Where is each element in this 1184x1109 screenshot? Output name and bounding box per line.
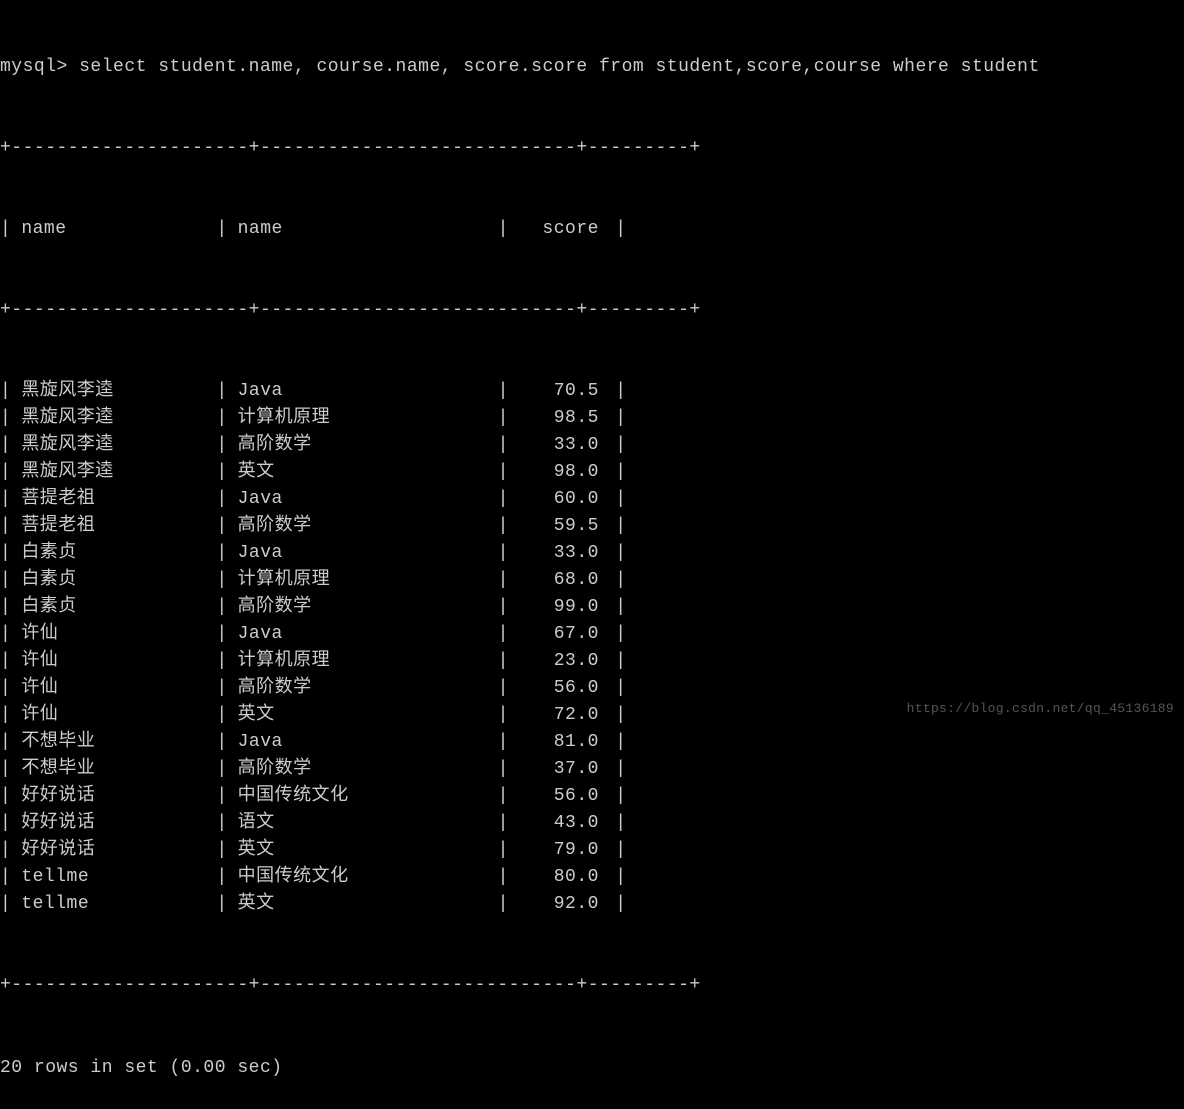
table-row: |不想毕业|Java|81.0 | bbox=[0, 729, 1184, 756]
cell-student-name: tellme bbox=[11, 864, 216, 891]
header-name1: name bbox=[11, 216, 216, 243]
cell-course-name: 语文 bbox=[228, 810, 498, 837]
table-row: |不想毕业|高阶数学|37.0 | bbox=[0, 756, 1184, 783]
cell-student-name: 菩提老祖 bbox=[11, 486, 216, 513]
cell-score: 59.5 bbox=[509, 513, 604, 540]
cell-score: 99.0 bbox=[509, 594, 604, 621]
sql-prompt: mysql> select student.name, course.name,… bbox=[0, 54, 1184, 81]
cell-score: 37.0 bbox=[509, 756, 604, 783]
cell-course-name: Java bbox=[228, 729, 498, 756]
cell-student-name: 好好说话 bbox=[11, 810, 216, 837]
cell-course-name: 计算机原理 bbox=[228, 648, 498, 675]
table-row: |好好说话|中国传统文化|56.0 | bbox=[0, 783, 1184, 810]
cell-score: 60.0 bbox=[509, 486, 604, 513]
cell-score: 33.0 bbox=[509, 540, 604, 567]
cell-course-name: 计算机原理 bbox=[228, 405, 498, 432]
cell-student-name: 黑旋风李逵 bbox=[11, 405, 216, 432]
cell-student-name: 不想毕业 bbox=[11, 756, 216, 783]
cell-score: 68.0 bbox=[509, 567, 604, 594]
table-row: |好好说话|语文|43.0 | bbox=[0, 810, 1184, 837]
cell-course-name: 高阶数学 bbox=[228, 513, 498, 540]
table-row: |许仙|Java|67.0 | bbox=[0, 621, 1184, 648]
cell-score: 70.5 bbox=[509, 378, 604, 405]
table-border-top: +---------------------+-----------------… bbox=[0, 135, 1184, 162]
cell-score: 80.0 bbox=[509, 864, 604, 891]
table-row: |好好说话|英文|79.0 | bbox=[0, 837, 1184, 864]
cell-student-name: tellme bbox=[11, 891, 216, 918]
cell-student-name: 好好说话 bbox=[11, 783, 216, 810]
cell-course-name: 中国传统文化 bbox=[228, 864, 498, 891]
cell-course-name: 高阶数学 bbox=[228, 675, 498, 702]
cell-score: 67.0 bbox=[509, 621, 604, 648]
cell-score: 56.0 bbox=[509, 675, 604, 702]
table-row: |白素贞|Java|33.0 | bbox=[0, 540, 1184, 567]
cell-score: 23.0 bbox=[509, 648, 604, 675]
cell-student-name: 白素贞 bbox=[11, 594, 216, 621]
table-body: |黑旋风李逵|Java|70.5 ||黑旋风李逵|计算机原理|98.5 ||黑旋… bbox=[0, 378, 1184, 918]
table-row: |tellme|英文|92.0 | bbox=[0, 891, 1184, 918]
cell-student-name: 许仙 bbox=[11, 675, 216, 702]
cell-student-name: 黑旋风李逵 bbox=[11, 378, 216, 405]
cell-student-name: 黑旋风李逵 bbox=[11, 459, 216, 486]
table-row: |白素贞|计算机原理|68.0 | bbox=[0, 567, 1184, 594]
cell-student-name: 不想毕业 bbox=[11, 729, 216, 756]
header-score: score bbox=[509, 216, 604, 243]
cell-score: 98.0 bbox=[509, 459, 604, 486]
cell-score: 92.0 bbox=[509, 891, 604, 918]
table-row: |黑旋风李逵|高阶数学|33.0 | bbox=[0, 432, 1184, 459]
cell-course-name: Java bbox=[228, 621, 498, 648]
watermark: https://blog.csdn.net/qq_45136189 bbox=[907, 699, 1174, 719]
cell-student-name: 白素贞 bbox=[11, 540, 216, 567]
table-row: |许仙|计算机原理|23.0 | bbox=[0, 648, 1184, 675]
table-row: |菩提老祖|高阶数学|59.5 | bbox=[0, 513, 1184, 540]
table-row: |白素贞|高阶数学|99.0 | bbox=[0, 594, 1184, 621]
cell-course-name: 高阶数学 bbox=[228, 594, 498, 621]
table-row: |菩提老祖|Java|60.0 | bbox=[0, 486, 1184, 513]
cell-score: 79.0 bbox=[509, 837, 604, 864]
cell-course-name: Java bbox=[228, 378, 498, 405]
cell-score: 43.0 bbox=[509, 810, 604, 837]
cell-student-name: 许仙 bbox=[11, 621, 216, 648]
cell-course-name: 英文 bbox=[228, 702, 498, 729]
terminal-output: mysql> select student.name, course.name,… bbox=[0, 0, 1184, 1109]
table-row: |黑旋风李逵|Java|70.5 | bbox=[0, 378, 1184, 405]
cell-course-name: Java bbox=[228, 486, 498, 513]
table-row: |黑旋风李逵|计算机原理|98.5 | bbox=[0, 405, 1184, 432]
header-name2: name bbox=[228, 216, 498, 243]
table-row: |tellme|中国传统文化|80.0 | bbox=[0, 864, 1184, 891]
cell-student-name: 黑旋风李逵 bbox=[11, 432, 216, 459]
table-border-bottom: +---------------------+-----------------… bbox=[0, 972, 1184, 999]
cell-course-name: 英文 bbox=[228, 837, 498, 864]
cell-student-name: 许仙 bbox=[11, 648, 216, 675]
cell-score: 33.0 bbox=[509, 432, 604, 459]
cell-course-name: 英文 bbox=[228, 459, 498, 486]
cell-score: 56.0 bbox=[509, 783, 604, 810]
table-row: |黑旋风李逵|英文|98.0 | bbox=[0, 459, 1184, 486]
cell-student-name: 好好说话 bbox=[11, 837, 216, 864]
cell-course-name: Java bbox=[228, 540, 498, 567]
cell-course-name: 高阶数学 bbox=[228, 756, 498, 783]
table-header-row: |name|name|score | bbox=[0, 216, 1184, 243]
result-summary: 20 rows in set (0.00 sec) bbox=[0, 1055, 1184, 1082]
cell-score: 98.5 bbox=[509, 405, 604, 432]
cell-course-name: 高阶数学 bbox=[228, 432, 498, 459]
cell-course-name: 英文 bbox=[228, 891, 498, 918]
cell-student-name: 许仙 bbox=[11, 702, 216, 729]
cell-student-name: 白素贞 bbox=[11, 567, 216, 594]
cell-student-name: 菩提老祖 bbox=[11, 513, 216, 540]
cell-score: 81.0 bbox=[509, 729, 604, 756]
cell-score: 72.0 bbox=[509, 702, 604, 729]
table-border-mid: +---------------------+-----------------… bbox=[0, 297, 1184, 324]
cell-course-name: 中国传统文化 bbox=[228, 783, 498, 810]
cell-course-name: 计算机原理 bbox=[228, 567, 498, 594]
